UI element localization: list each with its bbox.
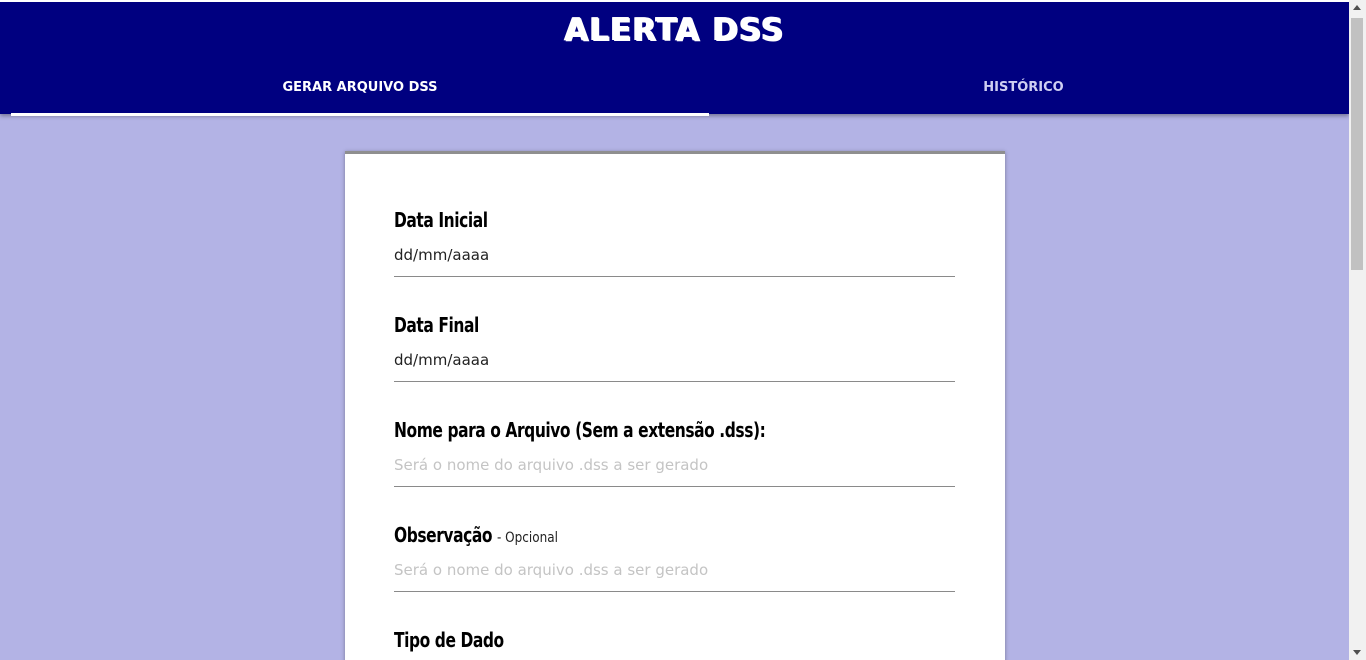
tipo-dado-field: Tipo de Dado [394,628,955,652]
tab-historico[interactable]: HISTÓRICO [698,80,1349,114]
observacao-field: Observação - Opcional [394,523,955,592]
nome-arquivo-label: Nome para o Arquivo (Sem a extensão .dss… [394,418,766,442]
data-inicial-input[interactable] [394,246,955,277]
app-title: ALERTA DSS [564,12,785,48]
nome-arquivo-input[interactable] [394,456,955,487]
data-final-input[interactable] [394,351,955,382]
data-final-label: Data Final [394,313,479,337]
data-final-field: Data Final [394,313,955,382]
observacao-label-text: Observação [394,523,493,547]
scrollbar-thumb[interactable] [1351,18,1363,270]
data-inicial-label: Data Inicial [394,208,488,232]
scroll-down-icon[interactable] [1353,650,1361,655]
data-inicial-field: Data Inicial [394,208,955,277]
page: ALERTA DSS GERAR ARQUIVO DSS HISTÓRICO D… [0,0,1349,660]
scroll-up-icon[interactable] [1353,5,1361,10]
active-tab-indicator [11,113,709,116]
form-card: Data Inicial Data Final Nome para o Arqu… [345,151,1005,660]
optional-note: - Opcional [497,530,558,546]
tipo-dado-label: Tipo de Dado [394,628,504,652]
tab-gerar-arquivo-dss[interactable]: GERAR ARQUIVO DSS [11,80,709,114]
app-header: ALERTA DSS GERAR ARQUIVO DSS HISTÓRICO [0,0,1349,116]
vertical-scrollbar[interactable] [1349,0,1366,660]
observacao-input[interactable] [394,561,955,592]
observacao-label: Observação - Opcional [394,523,876,547]
nome-arquivo-field: Nome para o Arquivo (Sem a extensão .dss… [394,418,955,487]
